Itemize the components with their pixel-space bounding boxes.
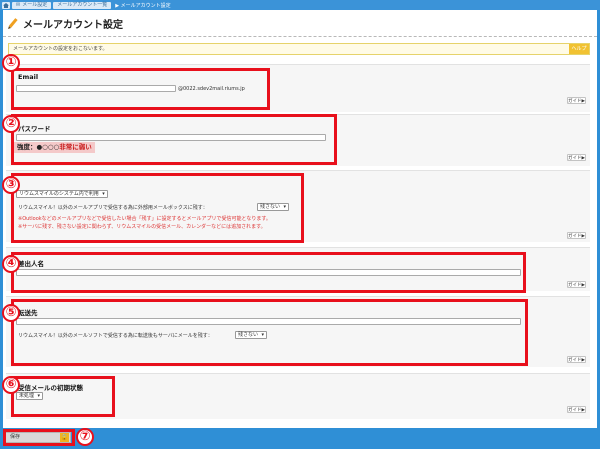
highlight-box-2 — [11, 114, 337, 165]
marker-4: ④ — [2, 255, 20, 273]
guide-button[interactable]: ガイド▶ — [567, 97, 586, 104]
breadcrumb-mail-settings[interactable]: ✉ メール設定 — [12, 1, 52, 9]
page: ✉ メール設定 メールアカウント一覧 ▶ メールアカウント設定 メールアカウント… — [0, 0, 600, 449]
guide-button[interactable]: ガイド▶ — [567, 356, 586, 363]
marker-7: ⑦ — [76, 428, 94, 446]
highlight-box-6 — [11, 376, 115, 417]
highlight-box-5 — [11, 299, 528, 366]
pencil-icon — [8, 17, 18, 29]
highlight-box-3 — [11, 173, 304, 243]
info-banner: メールアカウントの設定をおこないます。 ヘルプ — [8, 43, 590, 55]
guide-button[interactable]: ガイド▶ — [567, 406, 586, 413]
breadcrumb: ✉ メール設定 メールアカウント一覧 ▶ メールアカウント設定 — [0, 0, 600, 10]
house-icon — [3, 2, 9, 8]
home-icon[interactable] — [2, 1, 10, 9]
guide-button[interactable]: ガイド▶ — [567, 154, 586, 161]
help-badge[interactable]: ヘルプ — [569, 44, 589, 54]
marker-6: ⑥ — [2, 376, 20, 394]
marker-3: ③ — [2, 176, 20, 194]
mail-icon: ✉ — [16, 1, 21, 8]
marker-5: ⑤ — [2, 304, 20, 322]
highlight-box-7 — [3, 429, 75, 446]
breadcrumb-label: メールアカウント一覧 — [57, 1, 108, 8]
info-text: メールアカウントの設定をおこないます。 — [13, 46, 108, 52]
breadcrumb-label: メール設定 — [22, 1, 48, 8]
marker-2: ② — [2, 115, 20, 133]
marker-1: ① — [2, 54, 20, 72]
highlight-box-4 — [11, 252, 526, 293]
highlight-box-1 — [11, 68, 270, 110]
page-title: メールアカウント設定 — [23, 20, 123, 31]
breadcrumb-current: ▶ メールアカウント設定 — [115, 2, 171, 9]
page-header: メールアカウント設定 — [3, 11, 597, 37]
guide-button[interactable]: ガイド▶ — [567, 281, 586, 288]
breadcrumb-account-list[interactable]: メールアカウント一覧 — [53, 1, 112, 9]
guide-button[interactable]: ガイド▶ — [567, 232, 586, 239]
